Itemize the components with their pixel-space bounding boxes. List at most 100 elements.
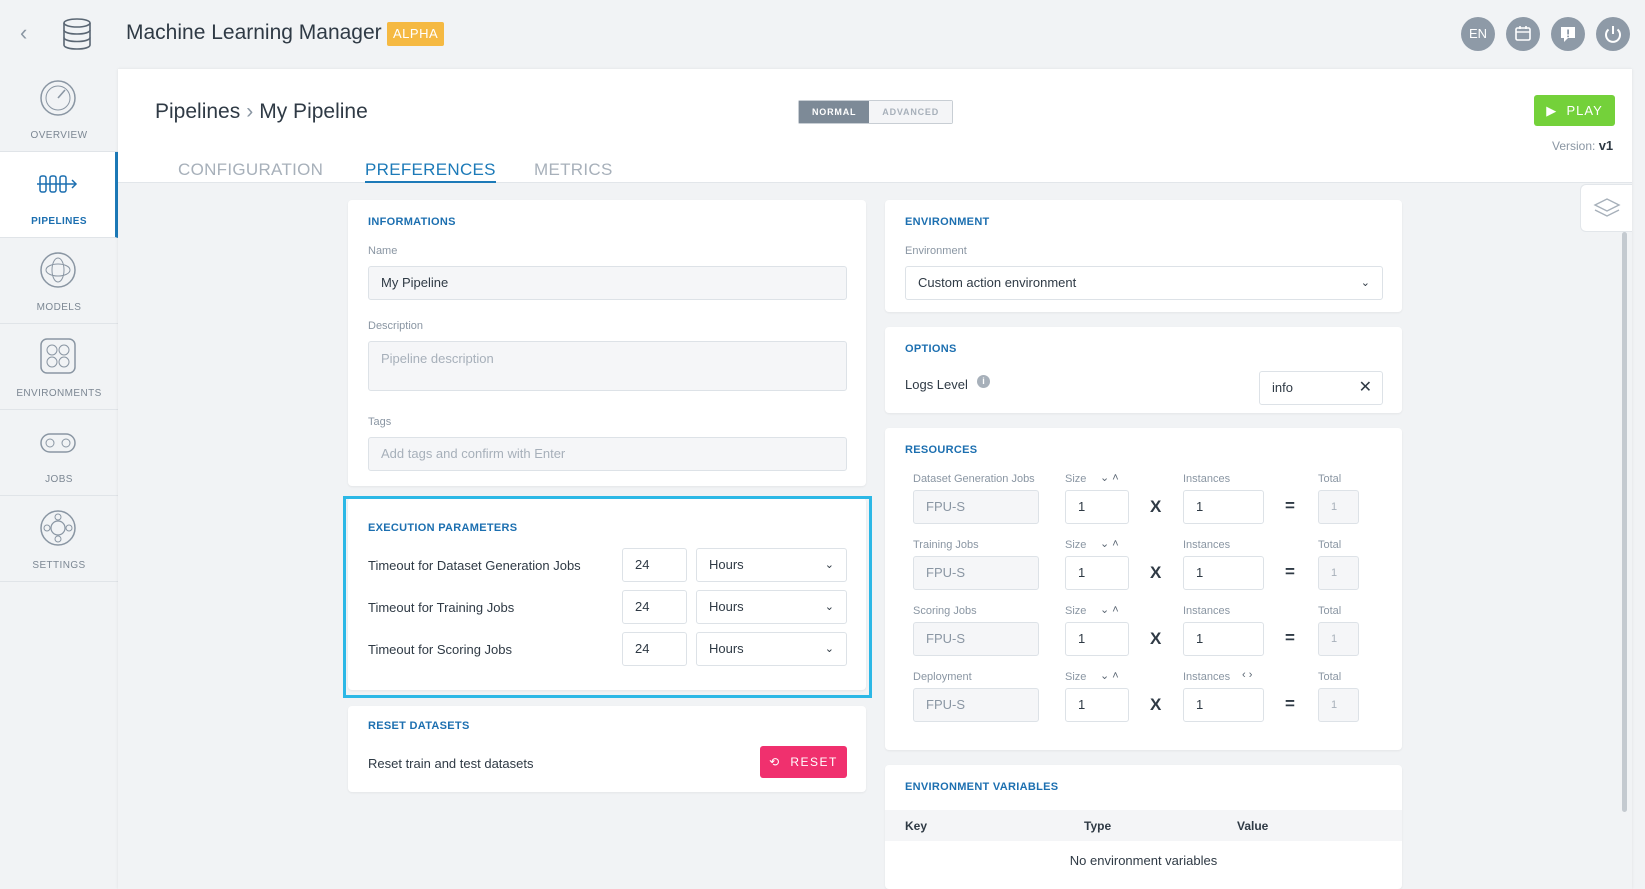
language-button[interactable]: EN bbox=[1461, 17, 1495, 51]
top-bar: ‹ Machine Learning Manager ALPHA EN bbox=[0, 0, 1645, 66]
tab-configuration[interactable]: CONFIGURATION bbox=[178, 160, 323, 180]
timeout-scoring-input[interactable]: 24 bbox=[622, 632, 687, 666]
feedback-icon[interactable] bbox=[1551, 17, 1585, 51]
environment-value: Custom action environment bbox=[918, 275, 1077, 290]
back-chevron-icon[interactable]: ‹ bbox=[20, 22, 40, 44]
logs-level-label: Logs Level bbox=[905, 377, 968, 392]
layers-button[interactable] bbox=[1580, 184, 1632, 232]
mode-advanced-button[interactable]: ADVANCED bbox=[869, 101, 953, 123]
gauge-icon bbox=[40, 80, 76, 116]
resource-total-field: 1 bbox=[1318, 490, 1359, 524]
size-stepper-icons[interactable]: ⌄ ˄ bbox=[1100, 471, 1119, 484]
layers-icon bbox=[1593, 198, 1621, 217]
sidebar-item-label: ENVIRONMENTS bbox=[16, 388, 102, 399]
resource-instances-input[interactable]: 1 bbox=[1183, 622, 1264, 656]
tags-input[interactable]: Add tags and confirm with Enter bbox=[368, 437, 847, 471]
resource-size-input[interactable]: 1 bbox=[1065, 556, 1129, 590]
logs-level-select[interactable]: info ✕ bbox=[1259, 371, 1383, 405]
description-label: Description bbox=[368, 320, 424, 332]
env-vars-table-header: Key Type Value bbox=[885, 810, 1402, 841]
resource-size-input[interactable]: 1 bbox=[1065, 490, 1129, 524]
description-input[interactable]: Pipeline description bbox=[368, 341, 847, 391]
sidebar-item-environments[interactable]: ENVIRONMENTS bbox=[0, 324, 118, 410]
timeout-training-unit-select[interactable]: Hours ⌄ bbox=[696, 590, 847, 624]
app-title: Machine Learning Manager bbox=[126, 21, 382, 44]
name-input[interactable]: My Pipeline bbox=[368, 266, 847, 300]
sidebar-item-overview[interactable]: OVERVIEW bbox=[0, 66, 118, 152]
resource-type-field: FPU-S bbox=[913, 622, 1039, 656]
sidebar-item-models[interactable]: MODELS bbox=[0, 238, 118, 324]
version-value: v1 bbox=[1598, 138, 1614, 153]
execution-parameters-card: EXECUTION PARAMETERS Timeout for Dataset… bbox=[348, 498, 866, 690]
timeout-dataset-unit-select[interactable]: Hours ⌄ bbox=[696, 548, 847, 582]
col-key: Key bbox=[905, 819, 928, 833]
multiply-icon: X bbox=[1150, 629, 1162, 648]
tab-metrics[interactable]: METRICS bbox=[534, 160, 613, 180]
pipeline-icon bbox=[37, 175, 78, 193]
resources-title: RESOURCES bbox=[905, 444, 978, 456]
env-vars-empty: No environment variables bbox=[1069, 853, 1218, 868]
chevron-down-icon: ⌄ bbox=[824, 559, 834, 571]
sidebar-item-pipelines[interactable]: PIPELINES bbox=[0, 152, 118, 238]
timeout-scoring-unit: Hours bbox=[709, 641, 744, 656]
timeout-dataset-input[interactable]: 24 bbox=[622, 548, 687, 582]
total-label: Total bbox=[1318, 671, 1342, 683]
informations-title: INFORMATIONS bbox=[368, 216, 456, 228]
timeout-training-input[interactable]: 24 bbox=[622, 590, 687, 624]
resource-total-field: 1 bbox=[1318, 622, 1359, 656]
resource-instances-input[interactable]: 1 bbox=[1183, 688, 1264, 722]
chevron-down-icon: ⌄ bbox=[1360, 277, 1370, 289]
timeout-dataset-label: Timeout for Dataset Generation Jobs bbox=[368, 558, 581, 573]
sidebar-item-label: MODELS bbox=[36, 302, 82, 313]
resource-size-input[interactable]: 1 bbox=[1065, 688, 1129, 722]
database-icon bbox=[63, 18, 91, 50]
col-value: Value bbox=[1237, 819, 1269, 833]
environment-select[interactable]: Custom action environment ⌄ bbox=[905, 266, 1383, 300]
environment-icon bbox=[40, 338, 76, 374]
resource-total-field: 1 bbox=[1318, 688, 1359, 722]
equals-icon: = bbox=[1285, 562, 1295, 581]
resources-card: RESOURCES Dataset Generation Jobs Size ⌄… bbox=[885, 428, 1402, 750]
environment-title: ENVIRONMENT bbox=[905, 216, 990, 228]
environment-card: ENVIRONMENT Environment Custom action en… bbox=[885, 200, 1402, 312]
size-label: Size bbox=[1065, 671, 1087, 683]
sidebar-item-label: JOBS bbox=[45, 474, 73, 485]
info-icon[interactable]: i bbox=[977, 375, 990, 388]
multiply-icon: X bbox=[1150, 497, 1162, 516]
resource-instances-input[interactable]: 1 bbox=[1183, 556, 1264, 590]
resource-size-input[interactable]: 1 bbox=[1065, 622, 1129, 656]
power-icon[interactable] bbox=[1596, 17, 1630, 51]
size-stepper-icons[interactable]: ⌄ ˄ bbox=[1100, 603, 1119, 616]
tab-preferences[interactable]: PREFERENCES bbox=[365, 160, 496, 183]
resource-total-field: 1 bbox=[1318, 556, 1359, 590]
instances-stepper-icons[interactable]: ‹ › bbox=[1242, 669, 1252, 681]
informations-card: INFORMATIONS Name My Pipeline Descriptio… bbox=[348, 200, 866, 486]
chevron-down-icon: ⌄ bbox=[824, 643, 834, 655]
resource-row-label: Scoring Jobs bbox=[913, 605, 977, 617]
size-stepper-icons[interactable]: ⌄ ˄ bbox=[1100, 669, 1119, 682]
resource-type-field: FPU-S bbox=[913, 490, 1039, 524]
reset-button[interactable]: ⟲ RESET bbox=[760, 746, 847, 778]
resource-instances-input[interactable]: 1 bbox=[1183, 490, 1264, 524]
timeout-training-unit: Hours bbox=[709, 599, 744, 614]
execution-title: EXECUTION PARAMETERS bbox=[368, 522, 518, 534]
play-button[interactable]: ▶ PLAY bbox=[1534, 95, 1615, 126]
sidebar-item-settings[interactable]: SETTINGS bbox=[0, 496, 118, 582]
mode-normal-button[interactable]: NORMAL bbox=[799, 101, 870, 123]
breadcrumb-root[interactable]: Pipelines bbox=[155, 100, 240, 123]
scrollbar[interactable] bbox=[1622, 232, 1627, 812]
equals-icon: = bbox=[1285, 496, 1295, 515]
timeout-scoring-label: Timeout for Scoring Jobs bbox=[368, 642, 513, 657]
size-stepper-icons[interactable]: ⌄ ˄ bbox=[1100, 537, 1119, 550]
clear-icon[interactable]: ✕ bbox=[1359, 372, 1372, 404]
calendar-icon[interactable] bbox=[1506, 17, 1540, 51]
reset-label: RESET bbox=[790, 755, 838, 769]
resource-row-label: Dataset Generation Jobs bbox=[913, 473, 1035, 485]
total-label: Total bbox=[1318, 539, 1342, 551]
env-vars-title: ENVIRONMENT VARIABLES bbox=[905, 781, 1059, 793]
timeout-training-label: Timeout for Training Jobs bbox=[368, 600, 515, 615]
timeout-scoring-unit-select[interactable]: Hours ⌄ bbox=[696, 632, 847, 666]
play-icon: ▶ bbox=[1546, 103, 1558, 118]
multiply-icon: X bbox=[1150, 695, 1162, 714]
sidebar-item-jobs[interactable]: JOBS bbox=[0, 410, 118, 496]
